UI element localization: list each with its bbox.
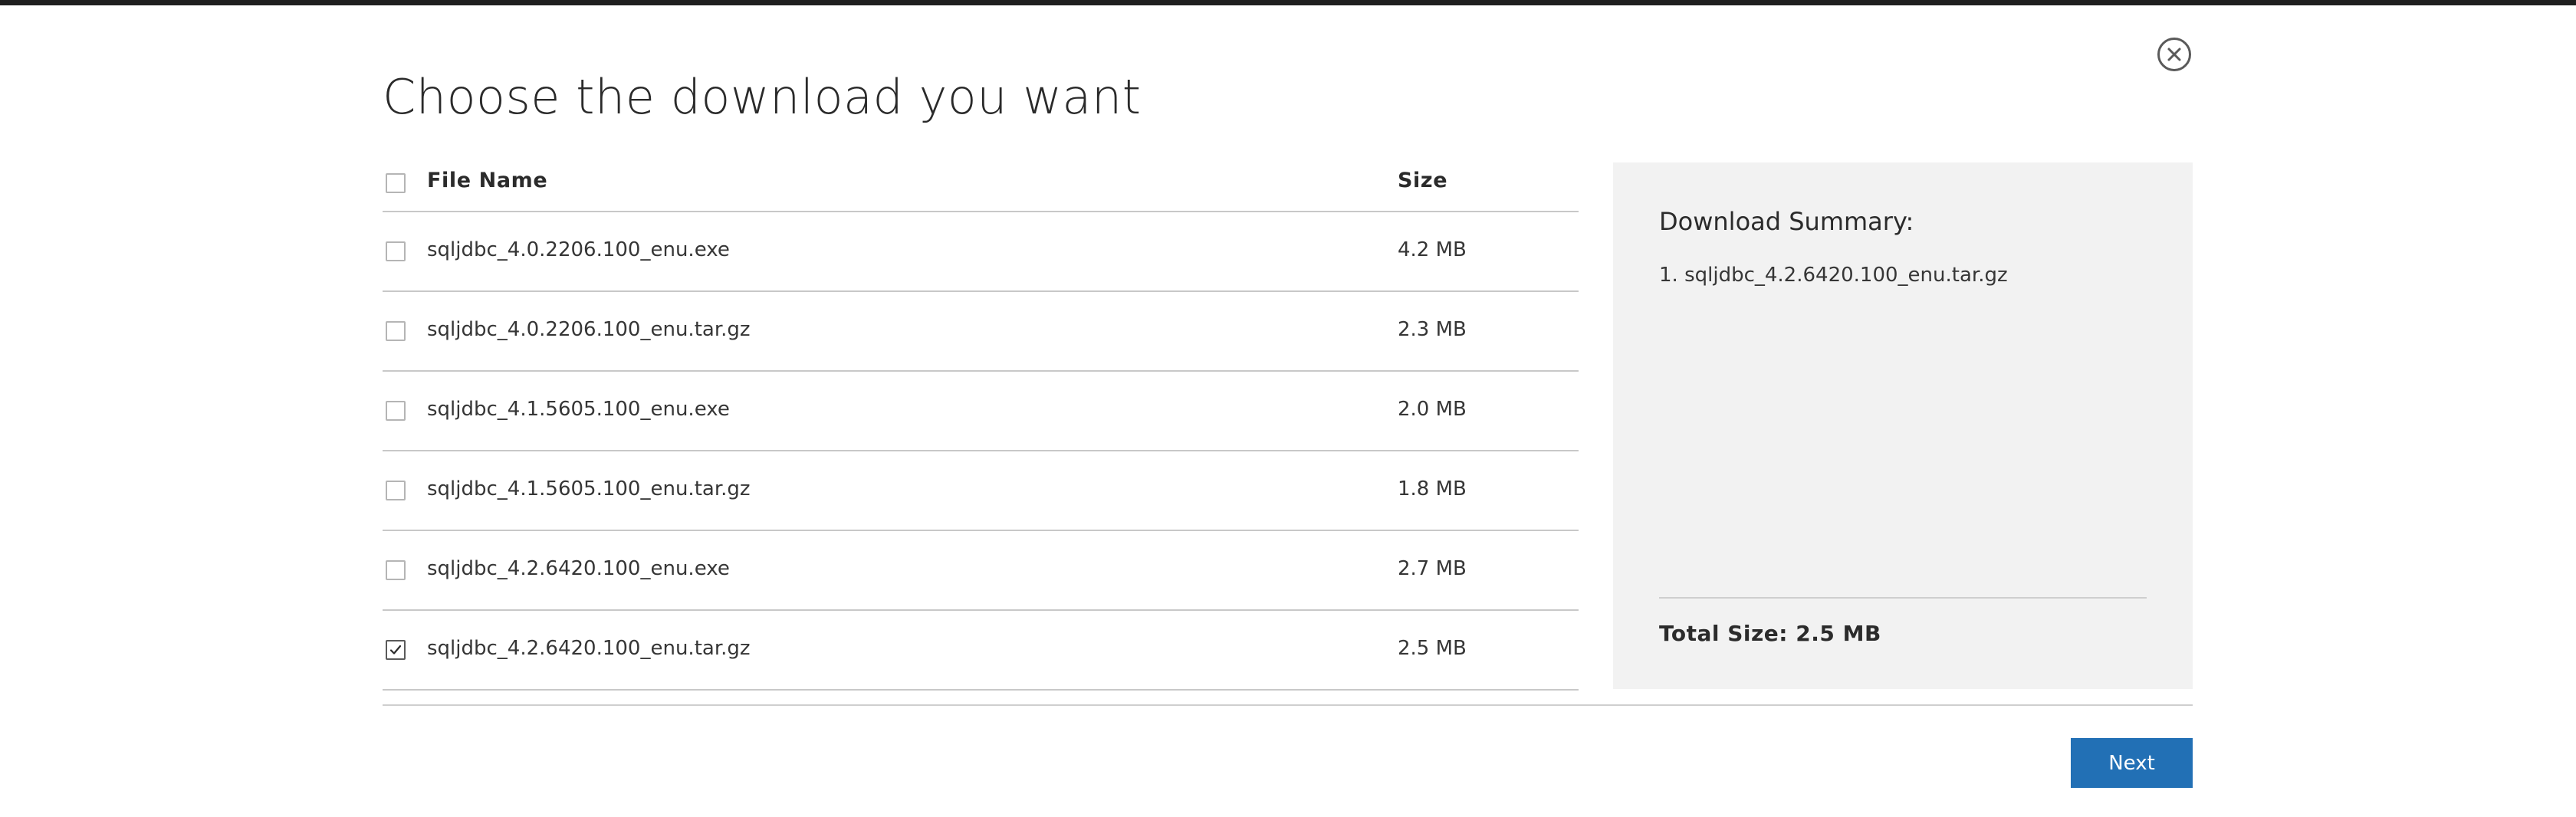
select-all-checkbox[interactable]: [386, 173, 406, 193]
file-table: File Name Size sqljdbc_4.0.2206.100_enu.…: [383, 153, 1579, 691]
file-size: 2.5 MB: [1398, 637, 1467, 660]
next-button[interactable]: Next: [2071, 738, 2193, 788]
checkmark-icon: [389, 645, 402, 655]
file-name: sqljdbc_4.2.6420.100_enu.tar.gz: [427, 637, 751, 660]
table-header: File Name Size: [383, 153, 1579, 212]
file-name: sqljdbc_4.0.2206.100_enu.tar.gz: [427, 318, 751, 341]
table-row[interactable]: sqljdbc_4.1.5605.100_enu.exe 2.0 MB: [383, 372, 1579, 451]
file-name: sqljdbc_4.2.6420.100_enu.exe: [427, 557, 730, 580]
row-checkbox[interactable]: [386, 560, 406, 580]
table-row[interactable]: sqljdbc_4.0.2206.100_enu.exe 4.2 MB: [383, 212, 1579, 292]
row-checkbox[interactable]: [386, 481, 406, 500]
file-size: 2.0 MB: [1398, 398, 1467, 421]
file-name: sqljdbc_4.0.2206.100_enu.exe: [427, 238, 730, 261]
size-header: Size: [1398, 169, 1448, 192]
footer-divider: [383, 704, 2193, 706]
summary-item: 1. sqljdbc_4.2.6420.100_enu.tar.gz: [1659, 264, 2008, 287]
dialog-title: Choose the download you want: [383, 69, 1142, 125]
table-row[interactable]: sqljdbc_4.2.6420.100_enu.exe 2.7 MB: [383, 531, 1579, 611]
file-size: 2.7 MB: [1398, 557, 1467, 580]
row-checkbox[interactable]: [386, 640, 406, 660]
file-name: sqljdbc_4.1.5605.100_enu.exe: [427, 398, 730, 421]
row-checkbox[interactable]: [386, 241, 406, 261]
summary-divider: [1659, 597, 2147, 599]
row-checkbox[interactable]: [386, 321, 406, 341]
file-size: 2.3 MB: [1398, 318, 1467, 341]
close-icon: [2167, 48, 2181, 61]
file-size: 1.8 MB: [1398, 477, 1467, 500]
row-checkbox[interactable]: [386, 401, 406, 421]
table-row[interactable]: sqljdbc_4.2.6420.100_enu.tar.gz 2.5 MB: [383, 611, 1579, 691]
summary-title: Download Summary:: [1659, 207, 1914, 236]
top-bar: [0, 0, 2576, 5]
file-rows: sqljdbc_4.0.2206.100_enu.exe 4.2 MB sqljdb…: [383, 212, 1579, 691]
close-button[interactable]: [2157, 38, 2191, 71]
table-row[interactable]: sqljdbc_4.0.2206.100_enu.tar.gz 2.3 MB: [383, 292, 1579, 372]
file-size: 4.2 MB: [1398, 238, 1467, 261]
file-name: sqljdbc_4.1.5605.100_enu.tar.gz: [427, 477, 751, 500]
table-row[interactable]: sqljdbc_4.1.5605.100_enu.tar.gz 1.8 MB: [383, 451, 1579, 531]
total-size: Total Size: 2.5 MB: [1659, 621, 1881, 646]
file-name-header: File Name: [427, 169, 548, 192]
download-summary-panel: Download Summary: 1. sqljdbc_4.2.6420.10…: [1613, 162, 2193, 689]
